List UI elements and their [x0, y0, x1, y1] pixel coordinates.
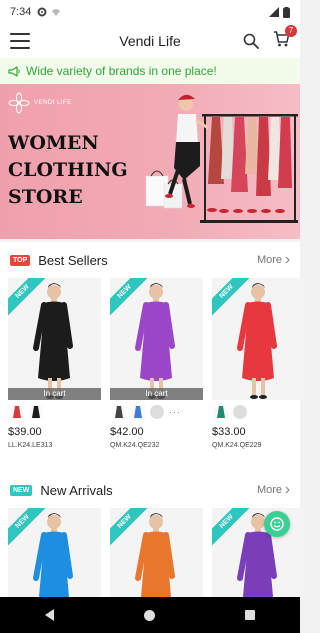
new-arrivals-header: NEW New Arrivals More [0, 472, 300, 508]
color-swatches: ··· [110, 400, 203, 424]
product-card[interactable]: NEW In cart $39.00 LL.K24.LE313 [8, 278, 101, 449]
wifi-off-icon [52, 9, 61, 16]
best-sellers-more-link[interactable]: More [257, 254, 290, 266]
announcement-bar: Wide variety of brands in one place! [0, 58, 300, 84]
color-swatch[interactable] [233, 405, 247, 419]
smile-icon [270, 517, 284, 531]
in-cart-label: In cart [8, 388, 101, 400]
settings-icon [37, 7, 47, 17]
product-card[interactable]: NEW [110, 508, 203, 597]
brand-logo: VENDI LIFE [8, 92, 72, 114]
product-card[interactable]: NEW [8, 508, 101, 597]
status-time: 7:34 [10, 6, 32, 18]
announcement-text: Wide variety of brands in one place! [26, 64, 217, 78]
app-bar: Vendi Life 7 [0, 24, 300, 58]
chevron-right-icon [285, 256, 290, 264]
in-cart-label: In cart [110, 388, 203, 400]
cart-button[interactable]: 7 [273, 24, 297, 52]
banner-headline: WOMEN CLOTHING STORE [8, 130, 128, 211]
new-arrivals-list: NEW NEW NEW [0, 508, 305, 597]
product-image[interactable]: NEW In cart [110, 278, 203, 400]
color-swatch[interactable] [29, 405, 43, 419]
home-icon[interactable] [144, 609, 155, 621]
section-title: New Arrivals [40, 482, 113, 498]
battery-icon [283, 6, 290, 18]
product-sku: QM.K24.QE232 [110, 442, 160, 449]
section-title: Best Sellers [38, 252, 108, 268]
status-bar: 7:34 [0, 0, 300, 24]
product-price: $33.00 [212, 426, 246, 438]
product-sku: LL.K24.LE313 [8, 442, 53, 449]
product-image[interactable]: NEW [212, 278, 305, 400]
headline-line: STORE [8, 186, 83, 208]
more-label: More [256, 484, 282, 496]
new-arrivals-more-link[interactable]: More [257, 484, 290, 496]
color-swatch[interactable] [214, 405, 228, 419]
flower-logo-icon [8, 92, 30, 114]
more-colors-icon[interactable]: ··· [169, 407, 181, 417]
recent-apps-icon[interactable] [245, 610, 255, 620]
headline-line: WOMEN [8, 132, 99, 154]
new-tag: NEW [10, 484, 33, 496]
product-card[interactable]: NEW $33.00 QM.K24.QE229 [212, 278, 305, 449]
color-swatch[interactable] [150, 405, 164, 419]
product-price: $42.00 [110, 426, 144, 438]
top-tag: TOP [10, 254, 31, 266]
search-icon[interactable] [243, 33, 259, 49]
color-swatch[interactable] [10, 405, 24, 419]
menu-icon[interactable] [10, 33, 30, 49]
headline-line: CLOTHING [8, 159, 128, 181]
chat-button[interactable] [264, 511, 290, 537]
product-image[interactable]: NEW [8, 508, 101, 597]
color-swatches [212, 400, 305, 424]
color-swatches [8, 400, 101, 424]
logo-text: VENDI LIFE [34, 100, 72, 106]
best-sellers-list: NEW In cart $39.00 LL.K24.LE313 NEW In c… [0, 278, 305, 449]
product-image[interactable]: NEW [110, 508, 203, 597]
back-icon[interactable] [45, 609, 54, 621]
color-swatch[interactable] [112, 405, 126, 419]
product-price: $39.00 [8, 426, 42, 438]
product-card[interactable]: NEW In cart ··· $42.00 QM.K24.QE232 [110, 278, 203, 449]
promo-banner[interactable]: VENDI LIFE WOMEN CLOTHING STORE [0, 84, 300, 239]
product-image[interactable]: NEW In cart [8, 278, 101, 400]
color-swatch[interactable] [131, 405, 145, 419]
product-image[interactable]: NEW [212, 508, 305, 597]
product-sku: QM.K24.QE229 [212, 442, 262, 449]
product-card[interactable]: NEW [212, 508, 305, 597]
system-nav-bar [0, 597, 300, 633]
banner-illustration [145, 94, 298, 223]
more-label: More [256, 254, 282, 266]
best-sellers-header: TOP Best Sellers More [0, 242, 300, 278]
cart-count-badge: 7 [285, 24, 297, 37]
chevron-right-icon [285, 486, 290, 494]
signal-icon [269, 7, 279, 17]
megaphone-icon [8, 65, 20, 77]
best-sellers-section: TOP Best Sellers More NEW In cart $39.00… [0, 242, 305, 472]
new-arrivals-section: NEW New Arrivals More NEW NEW NEW [0, 472, 305, 597]
